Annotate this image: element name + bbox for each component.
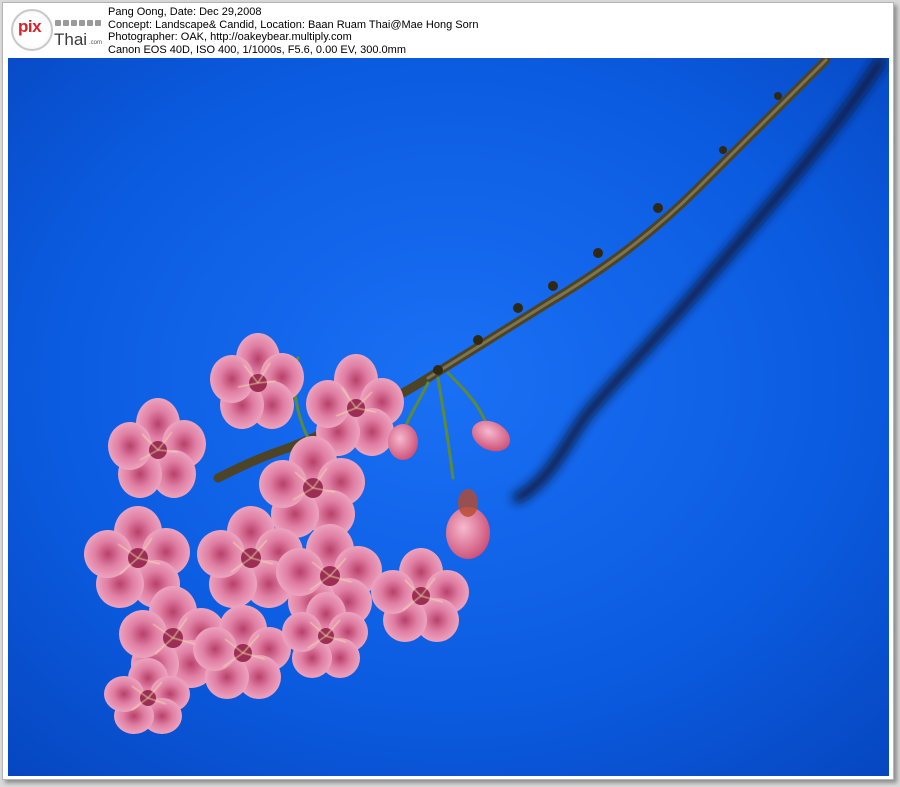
- blossom-illustration: [8, 58, 889, 776]
- photo-caption: Pang Oong, Date: Dec 29,2008 Concept: La…: [108, 6, 479, 56]
- logo-pix-text: pix: [18, 17, 42, 36]
- logo-icon-2: [63, 20, 69, 26]
- logo-icon-6: [95, 20, 101, 26]
- logo-thai-text: Thai: [54, 30, 88, 49]
- caption-line-photographer: Photographer: OAK, http://oakeybear.mult…: [108, 31, 352, 44]
- logo-dotcom-text: .com: [89, 40, 103, 46]
- bud-3-sepal: [458, 489, 478, 517]
- pixthai-logo: pix Thai .com: [9, 7, 103, 55]
- logo-icon-4: [79, 20, 85, 26]
- logo-icon-5: [87, 20, 93, 26]
- logo-icons: [55, 20, 101, 26]
- photograph: [8, 58, 889, 776]
- photo-header: pix Thai .com Pang Oong, Date: Dec 29,20…: [3, 3, 893, 57]
- caption-line-camera: Canon EOS 40D, ISO 400, 1/1000s, F5.6, 0…: [108, 43, 406, 56]
- logo-icon-3: [71, 20, 77, 26]
- bud-2: [388, 424, 418, 460]
- photo-frame: pix Thai .com Pang Oong, Date: Dec 29,20…: [2, 2, 894, 780]
- logo-icon-1: [55, 20, 61, 26]
- caption-line-location-date: Pang Oong, Date: Dec 29,2008: [108, 6, 262, 18]
- caption-line-concept: Concept: Landscape& Candid, Location: Ba…: [108, 18, 479, 31]
